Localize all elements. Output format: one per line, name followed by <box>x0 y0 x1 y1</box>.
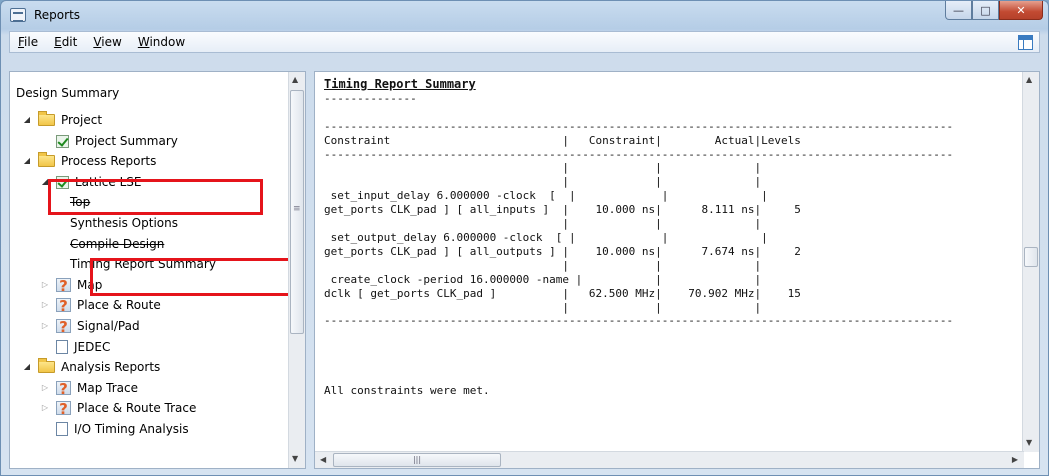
scroll-left-icon[interactable]: ◀ <box>320 455 326 464</box>
report-footer: All constraints were met. <box>324 383 490 397</box>
close-icon: ✕ <box>1016 3 1026 17</box>
scroll-down-icon[interactable]: ▼ <box>1026 438 1032 447</box>
report-vscroll-thumb[interactable] <box>1024 247 1038 267</box>
collapsed-arrow-icon[interactable]: ▷ <box>40 275 50 295</box>
report-line: set_input_delay 6.000000 -clock [ | | | <box>324 189 768 203</box>
report-rule-top: ----------------------------------------… <box>324 119 954 133</box>
expanded-arrow-icon[interactable]: ◢ <box>22 357 32 377</box>
report-vertical-scrollbar[interactable]: ▲ ▼ <box>1022 72 1039 452</box>
layout-icon[interactable] <box>1018 35 1033 50</box>
minimize-button[interactable]: — <box>945 1 972 20</box>
tree-item-label: Map Trace <box>77 381 138 395</box>
report-title: Timing Report Summary <box>324 77 476 91</box>
window-title: Reports <box>34 8 81 22</box>
tree-header: Design Summary <box>16 86 120 100</box>
report-rule-mid: ----------------------------------------… <box>324 147 954 161</box>
doc-icon <box>56 422 68 436</box>
menu-bar: File Edit View Window <box>9 31 1040 53</box>
report-line: | | | <box>324 161 762 175</box>
reports-window: Reports — □ ✕ File Edit View Window Desi… <box>0 0 1049 476</box>
report-column-header: Constraint | Constraint| Actual|Levels <box>324 133 801 147</box>
report-title-rule: -------------- <box>324 91 417 105</box>
scroll-down-icon[interactable]: ▼ <box>292 454 298 463</box>
tree-item-label: Project Summary <box>75 134 178 148</box>
doc-icon <box>56 340 68 354</box>
warn-icon: ? <box>56 278 71 294</box>
menu-view[interactable]: View <box>85 35 129 49</box>
tree-item-process-reports[interactable]: ◢ Process Reports <box>22 151 156 171</box>
report-rule-bottom: ----------------------------------------… <box>324 314 954 328</box>
tree-item-jedec[interactable]: JEDEC <box>40 337 110 357</box>
report-line: get_ports CLK_pad ] [ all_inputs ] | 10.… <box>324 203 801 217</box>
report-horizontal-scrollbar[interactable]: ◀ ||| ▶ <box>315 451 1024 468</box>
warn-icon: ? <box>56 381 71 397</box>
tree-item-place-route-trace[interactable]: ▷? Place & Route Trace <box>40 398 196 418</box>
expanded-arrow-icon[interactable]: ◢ <box>22 110 32 130</box>
tree-item-project[interactable]: ◢ Project <box>22 110 102 130</box>
report-text: Timing Report Summary -------------- ---… <box>324 77 1024 398</box>
scroll-up-icon[interactable]: ▲ <box>1026 75 1032 84</box>
maximize-icon: □ <box>980 3 991 17</box>
menu-edit[interactable]: Edit <box>46 35 85 49</box>
highlight-box-timing-report <box>90 258 292 296</box>
maximize-button[interactable]: □ <box>972 1 999 20</box>
collapsed-arrow-icon[interactable]: ▷ <box>40 398 50 418</box>
tree-item-label: Compile Design <box>70 237 165 251</box>
tree-item-label: Place & Route Trace <box>77 401 197 415</box>
report-line: | | | <box>324 258 762 272</box>
collapsed-arrow-icon[interactable]: ▷ <box>40 378 50 398</box>
warn-icon: ? <box>56 401 71 417</box>
scroll-up-icon[interactable]: ▲ <box>292 75 298 84</box>
expanded-arrow-icon[interactable]: ◢ <box>22 151 32 171</box>
check-icon <box>56 134 69 148</box>
report-line: get_ports CLK_pad ] [ all_outputs ] | 10… <box>324 244 801 258</box>
tree-item-signal-pad[interactable]: ▷? Signal/Pad <box>40 316 140 336</box>
tree-item-project-summary[interactable]: Project Summary <box>40 131 178 151</box>
collapsed-arrow-icon[interactable]: ▷ <box>40 295 50 315</box>
warn-icon: ? <box>56 319 71 335</box>
report-hscroll-thumb[interactable]: ||| <box>333 453 501 467</box>
report-line: dclk [ get_ports CLK_pad ] | 62.500 MHz|… <box>324 286 801 300</box>
collapsed-arrow-icon[interactable]: ▷ <box>40 316 50 336</box>
folder-icon <box>38 358 55 373</box>
window-controls: — □ ✕ <box>945 1 1043 21</box>
report-line: | | | <box>324 217 762 231</box>
tree-item-i-o-timing-analysis[interactable]: I/O Timing Analysis <box>40 419 189 439</box>
tree-item-label: JEDEC <box>74 340 111 354</box>
tree-item-map-trace[interactable]: ▷? Map Trace <box>40 378 138 398</box>
tree-item-compile-design[interactable]: Compile Design <box>70 234 164 254</box>
reports-app-icon <box>10 8 26 22</box>
tree-item-label: Signal/Pad <box>77 319 140 333</box>
menu-window[interactable]: Window <box>130 35 193 49</box>
tree-item-analysis-reports[interactable]: ◢ Analysis Reports <box>22 357 160 377</box>
scroll-right-icon[interactable]: ▶ <box>1012 455 1018 464</box>
tree-item-label: Process Reports <box>61 154 157 168</box>
tree-item-label: Project <box>61 113 103 127</box>
tree-item-label: Analysis Reports <box>61 360 161 374</box>
report-line: create_clock -period 16.000000 -name | |… <box>324 272 762 286</box>
tree-item-place-route[interactable]: ▷? Place & Route <box>40 295 161 315</box>
warn-icon: ? <box>56 298 71 314</box>
report-viewer: Timing Report Summary -------------- ---… <box>314 71 1040 469</box>
minimize-icon: — <box>953 3 964 17</box>
report-line: | | | <box>324 175 762 189</box>
menu-file[interactable]: File <box>10 35 46 49</box>
folder-icon <box>38 152 55 167</box>
tree-item-label: Synthesis Options <box>70 216 178 230</box>
folder-icon <box>38 111 55 126</box>
tree-item-synthesis-options[interactable]: Synthesis Options <box>70 213 178 233</box>
highlight-box-lattice-lse <box>48 179 263 215</box>
grip-icon: ≡ <box>293 204 301 214</box>
report-line: | | | <box>324 300 762 314</box>
design-summary-pane: Design Summary ◢ Project Project Summary ◢ P… <box>9 71 306 469</box>
tree-vertical-scrollbar[interactable]: ▲ ≡ ▼ <box>288 72 305 468</box>
tree-item-label: Place & Route <box>77 298 161 312</box>
tree-item-label: I/O Timing Analysis <box>74 422 189 436</box>
title-bar[interactable]: Reports — □ ✕ <box>1 1 1048 31</box>
report-line: set_output_delay 6.000000 -clock [ | | | <box>324 230 768 244</box>
close-button[interactable]: ✕ <box>999 1 1043 20</box>
